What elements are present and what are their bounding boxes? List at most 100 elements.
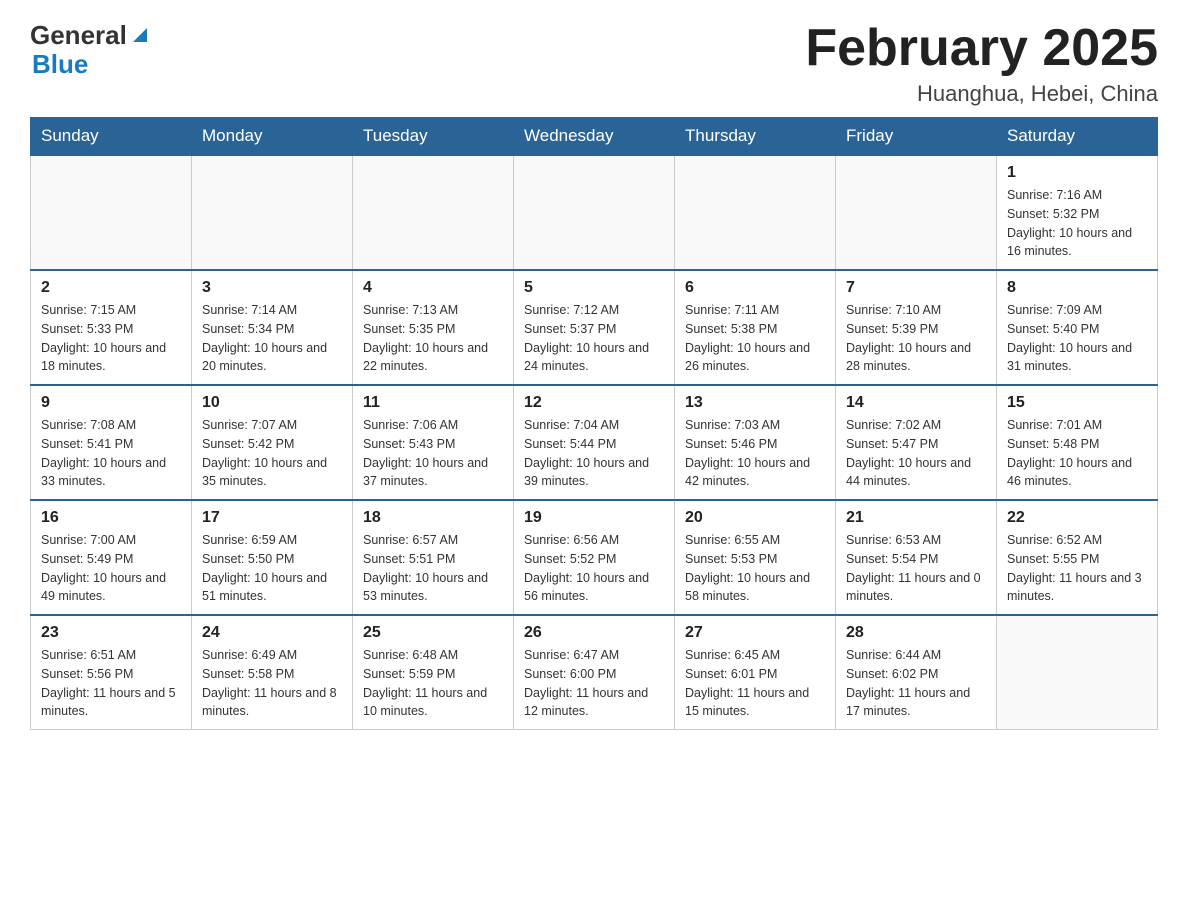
weekday-header-friday: Friday [836,118,997,156]
day-number: 23 [41,624,181,642]
day-number: 18 [363,509,503,527]
day-info: Sunrise: 7:15 AMSunset: 5:33 PMDaylight:… [41,301,181,376]
day-info: Sunrise: 7:07 AMSunset: 5:42 PMDaylight:… [202,416,342,491]
calendar-cell: 8 Sunrise: 7:09 AMSunset: 5:40 PMDaylight… [997,270,1158,385]
calendar-week-row: 1Sunrise: 7:16 AMSunset: 5:32 PMDaylight… [31,155,1158,270]
day-info: Sunrise: 7:03 AMSunset: 5:46 PMDaylight:… [685,416,825,491]
day-info: Sunrise: 6:56 AMSunset: 5:52 PMDaylight:… [524,531,664,606]
day-info: Sunrise: 7:14 AMSunset: 5:34 PMDaylight:… [202,301,342,376]
title-area: February 2025 Huanghua, Hebei, China [805,20,1158,107]
day-info: Sunrise: 6:53 AMSunset: 5:54 PMDaylight:… [846,531,986,606]
day-number: 19 [524,509,664,527]
calendar-cell: 4 Sunrise: 7:13 AMSunset: 5:35 PMDaylight… [353,270,514,385]
calendar-cell: 10 Sunrise: 7:07 AMSunset: 5:42 PMDayligh… [192,385,353,500]
calendar-cell: 7Sunrise: 7:10 AMSunset: 5:39 PMDaylight… [836,270,997,385]
day-number: 20 [685,509,825,527]
day-number: 28 [846,624,986,642]
weekday-header-row: SundayMondayTuesdayWednesdayThursdayFrid… [31,118,1158,156]
calendar-title: February 2025 [805,20,1158,77]
calendar-cell: 12Sunrise: 7:04 AMSunset: 5:44 PMDayligh… [514,385,675,500]
calendar-cell: 20Sunrise: 6:55 AMSunset: 5:53 PMDayligh… [675,500,836,615]
day-info: Sunrise: 6:47 AMSunset: 6:00 PMDaylight:… [524,646,664,721]
day-info: Sunrise: 7:06 AMSunset: 5:43 PMDaylight:… [363,416,503,491]
day-number: 16 [41,509,181,527]
day-number: 24 [202,624,342,642]
day-number: 7 [846,279,986,297]
calendar-cell: 18 Sunrise: 6:57 AMSunset: 5:51 PMDayligh… [353,500,514,615]
day-info: Sunrise: 7:02 AMSunset: 5:47 PMDaylight:… [846,416,986,491]
day-info: Sunrise: 7:16 AMSunset: 5:32 PMDaylight:… [1007,186,1147,261]
day-info: Sunrise: 7:11 AMSunset: 5:38 PMDaylight:… [685,301,825,376]
calendar-cell [514,155,675,270]
calendar-cell [675,155,836,270]
calendar-week-row: 16 Sunrise: 7:00 AMSunset: 5:49 PMDayligh… [31,500,1158,615]
calendar-cell [836,155,997,270]
logo-triangle-icon [129,24,151,46]
day-info: Sunrise: 7:12 AMSunset: 5:37 PMDaylight:… [524,301,664,376]
day-number: 6 [685,279,825,297]
calendar-cell: 28 Sunrise: 6:44 AMSunset: 6:02 PMDayligh… [836,615,997,730]
logo-blue-text: Blue [32,51,151,77]
day-number: 12 [524,394,664,412]
day-number: 3 [202,279,342,297]
day-info: Sunrise: 7:09 AMSunset: 5:40 PMDaylight:… [1007,301,1147,376]
weekday-header-sunday: Sunday [31,118,192,156]
calendar-table: SundayMondayTuesdayWednesdayThursdayFrid… [30,117,1158,730]
day-info: Sunrise: 6:52 AMSunset: 5:55 PMDaylight:… [1007,531,1147,606]
calendar-cell: 3 Sunrise: 7:14 AMSunset: 5:34 PMDaylight… [192,270,353,385]
calendar-cell: 27 Sunrise: 6:45 AMSunset: 6:01 PMDayligh… [675,615,836,730]
day-info: Sunrise: 6:57 AMSunset: 5:51 PMDaylight:… [363,531,503,606]
calendar-cell: 24Sunrise: 6:49 AMSunset: 5:58 PMDayligh… [192,615,353,730]
calendar-cell: 11 Sunrise: 7:06 AMSunset: 5:43 PMDayligh… [353,385,514,500]
day-number: 27 [685,624,825,642]
calendar-cell [997,615,1158,730]
day-info: Sunrise: 6:48 AMSunset: 5:59 PMDaylight:… [363,646,503,721]
weekday-header-tuesday: Tuesday [353,118,514,156]
calendar-cell: 9 Sunrise: 7:08 AMSunset: 5:41 PMDaylight… [31,385,192,500]
day-info: Sunrise: 6:45 AMSunset: 6:01 PMDaylight:… [685,646,825,721]
day-number: 10 [202,394,342,412]
day-number: 17 [202,509,342,527]
calendar-cell [353,155,514,270]
weekday-header-monday: Monday [192,118,353,156]
day-info: Sunrise: 7:08 AMSunset: 5:41 PMDaylight:… [41,416,181,491]
calendar-week-row: 2 Sunrise: 7:15 AMSunset: 5:33 PMDaylight… [31,270,1158,385]
day-number: 14 [846,394,986,412]
logo-general-text: General [30,20,127,51]
day-number: 9 [41,394,181,412]
day-info: Sunrise: 6:51 AMSunset: 5:56 PMDaylight:… [41,646,181,721]
calendar-cell: 23 Sunrise: 6:51 AMSunset: 5:56 PMDayligh… [31,615,192,730]
calendar-cell: 1Sunrise: 7:16 AMSunset: 5:32 PMDaylight… [997,155,1158,270]
day-number: 2 [41,279,181,297]
day-number: 21 [846,509,986,527]
day-info: Sunrise: 6:44 AMSunset: 6:02 PMDaylight:… [846,646,986,721]
calendar-cell: 6 Sunrise: 7:11 AMSunset: 5:38 PMDaylight… [675,270,836,385]
calendar-cell [192,155,353,270]
day-number: 15 [1007,394,1147,412]
weekday-header-wednesday: Wednesday [514,118,675,156]
day-number: 11 [363,394,503,412]
calendar-cell: 14 Sunrise: 7:02 AMSunset: 5:47 PMDayligh… [836,385,997,500]
calendar-cell: 26 Sunrise: 6:47 AMSunset: 6:00 PMDayligh… [514,615,675,730]
calendar-cell: 21 Sunrise: 6:53 AMSunset: 5:54 PMDayligh… [836,500,997,615]
calendar-cell: 15Sunrise: 7:01 AMSunset: 5:48 PMDayligh… [997,385,1158,500]
calendar-cell [31,155,192,270]
calendar-cell: 13 Sunrise: 7:03 AMSunset: 5:46 PMDayligh… [675,385,836,500]
calendar-week-row: 23 Sunrise: 6:51 AMSunset: 5:56 PMDayligh… [31,615,1158,730]
day-number: 13 [685,394,825,412]
weekday-header-thursday: Thursday [675,118,836,156]
day-number: 25 [363,624,503,642]
page-header: General Blue February 2025 Huanghua, Heb… [30,20,1158,107]
day-number: 8 [1007,279,1147,297]
day-number: 4 [363,279,503,297]
day-info: Sunrise: 6:59 AMSunset: 5:50 PMDaylight:… [202,531,342,606]
calendar-cell: 16 Sunrise: 7:00 AMSunset: 5:49 PMDayligh… [31,500,192,615]
day-number: 26 [524,624,664,642]
day-info: Sunrise: 7:00 AMSunset: 5:49 PMDaylight:… [41,531,181,606]
calendar-cell: 19 Sunrise: 6:56 AMSunset: 5:52 PMDayligh… [514,500,675,615]
day-info: Sunrise: 7:13 AMSunset: 5:35 PMDaylight:… [363,301,503,376]
weekday-header-saturday: Saturday [997,118,1158,156]
calendar-cell: 2 Sunrise: 7:15 AMSunset: 5:33 PMDaylight… [31,270,192,385]
calendar-cell: 5Sunrise: 7:12 AMSunset: 5:37 PMDaylight… [514,270,675,385]
calendar-cell: 22Sunrise: 6:52 AMSunset: 5:55 PMDayligh… [997,500,1158,615]
